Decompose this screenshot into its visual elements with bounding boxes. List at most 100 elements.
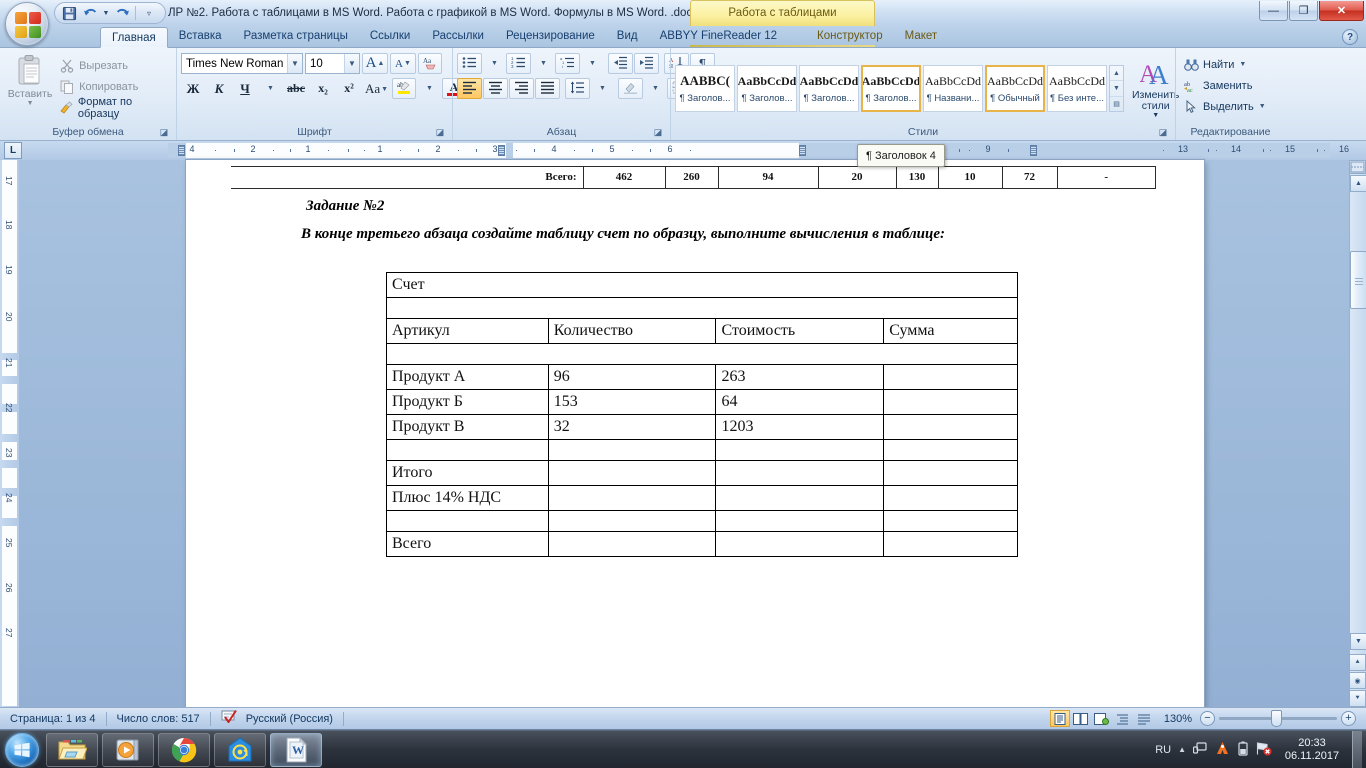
save-icon[interactable] [59, 4, 79, 22]
office-button[interactable] [2, 0, 52, 48]
cut-button[interactable]: Вырезать [56, 55, 172, 76]
scroll-down-button[interactable]: ▼ [1350, 633, 1366, 650]
styles-gallery-scroll[interactable]: ▲ ▼ ▤ [1109, 65, 1124, 112]
table-cell[interactable] [883, 439, 1018, 461]
font-name-combo[interactable]: Times New Roman ▼ [181, 53, 303, 74]
line-spacing-button[interactable] [565, 78, 590, 99]
tab-insert[interactable]: Вставка [168, 26, 233, 47]
paragraph-dialog-launcher[interactable]: ◪ [652, 126, 664, 138]
taskbar-word[interactable]: W [270, 732, 322, 767]
table-cell[interactable] [883, 531, 1018, 557]
italic-button[interactable]: К [207, 78, 231, 99]
zoom-slider[interactable]: − + [1200, 710, 1356, 727]
style-item[interactable]: AABBC( ¶ Заголов... [675, 65, 735, 112]
table-header-cell[interactable]: Количество [547, 318, 717, 344]
network-icon[interactable] [1192, 741, 1208, 758]
vertical-ruler[interactable]: 17 18 19 20 21 22 23 24 25 26 27 [0, 160, 19, 707]
previous-page-button[interactable]: ⯅ [1349, 654, 1366, 671]
table-cell[interactable] [883, 414, 1018, 440]
numbering-button[interactable]: 123 [506, 53, 531, 74]
table-cell[interactable] [715, 510, 885, 532]
bullets-button[interactable] [457, 53, 482, 74]
redo-icon[interactable] [112, 4, 132, 22]
zoom-out-button[interactable]: − [1200, 711, 1215, 726]
help-icon[interactable]: ? [1342, 29, 1358, 45]
next-page-button[interactable]: ⯆ [1349, 690, 1366, 707]
table-cell[interactable] [547, 485, 717, 511]
highlight-dropdown-icon[interactable]: ▼ [418, 78, 440, 99]
select-button[interactable]: Выделить ▼ [1180, 96, 1269, 117]
language-status[interactable]: Русский (Россия) [246, 710, 333, 728]
horizontal-ruler[interactable]: L 4 2 1 1 2 3 4 5 6 7 [0, 141, 1366, 160]
taskbar-media-player[interactable] [102, 732, 154, 767]
scroll-up-button[interactable]: ▲ [1350, 175, 1366, 192]
increase-indent-button[interactable] [634, 53, 659, 74]
table-cell[interactable]: 10 [937, 165, 1003, 189]
select-browse-object-button[interactable]: ◉ [1349, 672, 1366, 689]
taskbar-mailru-agent[interactable] [214, 732, 266, 767]
style-item-selected[interactable]: AaBbCcDd ¶ Заголов... [861, 65, 921, 112]
table-cell[interactable] [883, 485, 1018, 511]
quick-access-toolbar[interactable]: ▼ ▿ [54, 2, 166, 24]
table-cell[interactable]: 72 [1001, 165, 1058, 189]
ruler-indent-marker[interactable] [498, 145, 505, 156]
justify-button[interactable] [535, 78, 560, 99]
print-layout-view-button[interactable] [1049, 710, 1070, 727]
superscript-button[interactable]: x² [337, 78, 361, 99]
underline-button[interactable]: Ч [233, 78, 257, 99]
ruler-indent-marker[interactable] [1030, 145, 1037, 156]
account-table[interactable]: Счет Артикул Количество Стоимость Сумма [386, 272, 1018, 557]
table-cell[interactable]: - [1056, 165, 1156, 189]
text-highlight-button[interactable]: ab [392, 78, 416, 99]
tab-review[interactable]: Рецензирование [495, 26, 606, 47]
table-cell[interactable]: Продукт А [386, 364, 549, 390]
table-cell[interactable] [547, 510, 717, 532]
restore-button[interactable]: ❐ [1289, 1, 1318, 21]
table-cell[interactable]: 263 [715, 364, 885, 390]
tab-stop-selector[interactable]: L [4, 142, 22, 159]
font-dialog-launcher[interactable]: ◪ [434, 126, 446, 138]
ruler-indent-marker[interactable] [799, 145, 806, 156]
tab-view[interactable]: Вид [606, 26, 649, 47]
minimize-button[interactable]: — [1259, 1, 1288, 21]
shading-dropdown-icon[interactable]: ▼ [644, 78, 666, 99]
table-cell[interactable]: 32 [547, 414, 717, 440]
line-spacing-dropdown-icon[interactable]: ▼ [591, 78, 613, 99]
full-screen-reading-view-button[interactable] [1071, 710, 1091, 727]
zoom-thumb[interactable] [1271, 710, 1282, 727]
taskbar-explorer[interactable] [46, 732, 98, 767]
format-painter-button[interactable]: Формат по образцу [56, 96, 172, 120]
find-dropdown-icon[interactable]: ▼ [1239, 61, 1246, 68]
clock[interactable]: 20:33 06.11.2017 [1279, 737, 1345, 763]
table-cell[interactable]: Итого [386, 460, 549, 486]
table-cell[interactable] [386, 510, 549, 532]
table-header-cell[interactable]: Артикул [386, 318, 549, 344]
styles-more-icon[interactable]: ▤ [1110, 97, 1123, 111]
ruler-track[interactable]: 4 2 1 1 2 3 4 5 6 7 8 9 13 14 15 16 [168, 143, 1349, 158]
table-cell[interactable] [547, 439, 717, 461]
tab-table-design[interactable]: Конструктор [806, 26, 894, 47]
proofing-status[interactable]: Русский (Россия) [211, 709, 343, 728]
tab-table-layout[interactable]: Макет [894, 26, 949, 47]
zoom-in-button[interactable]: + [1341, 711, 1356, 726]
vertical-scrollbar[interactable]: ▲ ▼ ⯅ ◉ ⯆ [1349, 160, 1366, 707]
strikethrough-button[interactable]: abc [283, 78, 309, 99]
table-cell[interactable] [386, 297, 1018, 319]
clear-formatting-button[interactable]: Aa [418, 53, 442, 74]
table-cell[interactable]: 20 [817, 165, 897, 189]
align-center-button[interactable] [483, 78, 508, 99]
undo-icon[interactable] [80, 4, 100, 22]
table-header-cell[interactable]: Стоимость [715, 318, 885, 344]
table-cell[interactable]: 153 [547, 389, 717, 415]
page-status[interactable]: Страница: 1 из 4 [0, 710, 106, 728]
table-cell[interactable]: 260 [664, 165, 719, 189]
tab-abbyy-finereader[interactable]: ABBYY FineReader 12 [649, 26, 788, 47]
outline-view-button[interactable] [1113, 710, 1133, 727]
style-item-selected[interactable]: AaBbCcDd ¶ Обычный [985, 65, 1045, 112]
table-cell[interactable] [715, 439, 885, 461]
multilevel-list-dropdown-icon[interactable]: ▼ [581, 53, 603, 74]
style-item[interactable]: AaBbCcDd ¶ Без инте... [1047, 65, 1107, 112]
document-page[interactable]: Всего: 462 260 94 20 130 10 72 - Задание… [186, 160, 1204, 707]
select-dropdown-icon[interactable]: ▼ [1259, 103, 1266, 110]
change-styles-button[interactable]: A A Изменить стили ▼ [1132, 58, 1179, 119]
